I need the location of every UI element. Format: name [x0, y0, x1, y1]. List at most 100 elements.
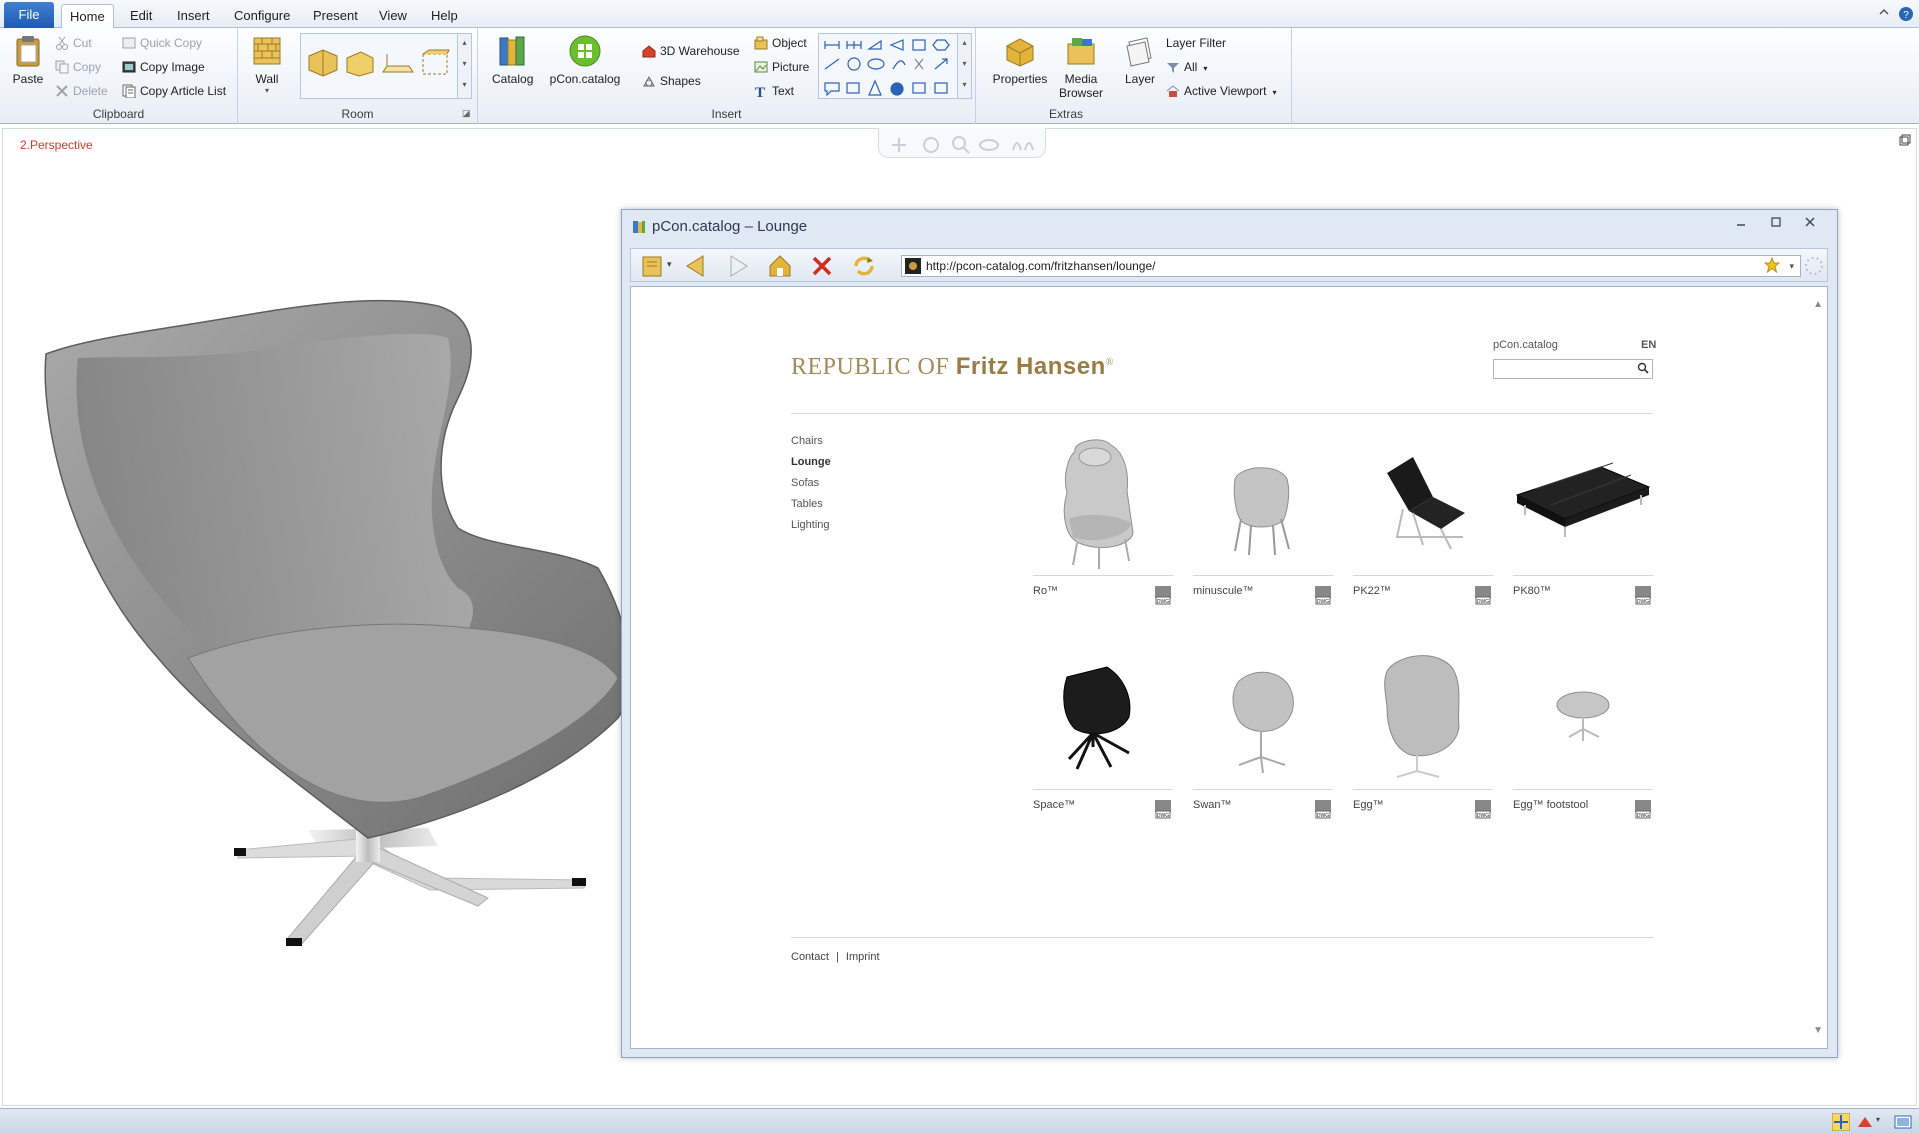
product-egg[interactable]: Egg™ DWG — [1353, 647, 1493, 819]
scroll-down-icon[interactable]: ▼ — [1813, 1025, 1823, 1036]
drawing-tools-icons[interactable] — [821, 35, 957, 99]
layout-icon[interactable] — [1894, 1113, 1912, 1134]
viewport-restore-icon[interactable] — [1899, 134, 1911, 149]
category-chairs[interactable]: Chairs — [791, 435, 823, 447]
room-shape-floor-icon[interactable] — [381, 48, 415, 81]
properties-button[interactable]: Properties — [990, 34, 1050, 86]
language-selector[interactable]: EN — [1641, 339, 1656, 351]
room-shape-box-icon[interactable] — [343, 48, 375, 81]
contact-link[interactable]: Contact — [791, 951, 829, 963]
snap-grid-icon[interactable] — [1831, 1112, 1851, 1134]
gallery-down-icon[interactable]: ▾ — [458, 55, 471, 76]
minuscule-chair-thumbnail[interactable] — [1193, 433, 1333, 573]
gallery-down-icon[interactable]: ▾ — [958, 55, 971, 76]
layer-button[interactable]: Layer — [1120, 34, 1160, 86]
pcon-catalog-window[interactable]: pCon.catalog – Lounge ▾ http://pcon-cata… — [621, 209, 1838, 1058]
home-icon[interactable] — [767, 253, 793, 279]
window-maximize-icon[interactable] — [1770, 216, 1782, 231]
favorite-star-icon[interactable] — [1763, 256, 1781, 279]
product-pk22[interactable]: PK22™ DWG — [1353, 433, 1493, 605]
egg-chair-thumbnail[interactable] — [1353, 647, 1493, 787]
product-name[interactable]: Space™ — [1033, 799, 1075, 811]
category-sofas[interactable]: Sofas — [791, 477, 819, 489]
dwg-download-icon[interactable]: DWG — [1473, 585, 1493, 605]
tab-view[interactable]: View — [371, 4, 415, 28]
tab-edit[interactable]: Edit — [122, 4, 160, 28]
category-lounge[interactable]: Lounge — [791, 456, 831, 468]
product-pk80[interactable]: PK80™ DWG — [1513, 433, 1653, 605]
minimize-ribbon-icon[interactable] — [1878, 6, 1890, 20]
space-chair-thumbnail[interactable] — [1033, 647, 1173, 787]
forward-arrow-icon[interactable] — [725, 253, 751, 279]
category-lighting[interactable]: Lighting — [791, 519, 830, 531]
tab-home[interactable]: Home — [61, 4, 114, 29]
viewport-label[interactable]: 2.Perspective — [20, 138, 93, 152]
picture-button[interactable]: Picture — [754, 58, 809, 76]
window-minimize-icon[interactable] — [1735, 216, 1747, 231]
product-egg-footstool[interactable]: Egg™ footstool DWG — [1513, 647, 1653, 819]
active-viewport-dropdown[interactable]: Active Viewport ▾ — [1166, 82, 1277, 100]
product-space[interactable]: Space™ DWG — [1033, 647, 1173, 819]
product-name[interactable]: Ro™ — [1033, 585, 1058, 597]
layer-all-dropdown[interactable]: All ▾ — [1166, 58, 1207, 76]
product-name[interactable]: PK22™ — [1353, 585, 1391, 597]
wall-button[interactable]: Wall ▾ — [250, 34, 284, 95]
product-swan[interactable]: Swan™ DWG — [1193, 647, 1333, 819]
product-name[interactable]: Egg™ — [1353, 799, 1384, 811]
product-name[interactable]: PK80™ — [1513, 585, 1551, 597]
category-tables[interactable]: Tables — [791, 498, 823, 510]
dwg-download-icon[interactable]: DWG — [1313, 799, 1333, 819]
tab-present[interactable]: Present — [305, 4, 366, 28]
egg-footstool-thumbnail[interactable] — [1513, 647, 1653, 787]
tab-insert[interactable]: Insert — [169, 4, 218, 28]
copy-article-list-button[interactable]: Copy Article List — [122, 82, 226, 100]
chevron-down-icon[interactable]: ▾ — [1876, 1115, 1880, 1124]
room-shape-corner-icon[interactable] — [307, 48, 339, 81]
dwg-download-icon[interactable]: DWG — [1633, 799, 1653, 819]
gallery-more-icon[interactable]: ▾ — [458, 76, 471, 97]
catalog-button[interactable]: Catalog — [492, 34, 533, 86]
refresh-icon[interactable] — [851, 253, 877, 279]
copy-image-button[interactable]: Copy Image — [122, 58, 205, 76]
address-bar[interactable]: http://pcon-catalog.com/fritzhansen/loun… — [901, 255, 1801, 277]
product-name[interactable]: Swan™ — [1193, 799, 1232, 811]
media-browser-button[interactable]: Media Browser — [1056, 34, 1106, 100]
tab-help[interactable]: Help — [423, 4, 466, 28]
room-gallery-scroll[interactable]: ▴ ▾ ▾ — [457, 34, 471, 98]
imprint-link[interactable]: Imprint — [846, 951, 880, 963]
layer-filter-button[interactable]: Layer Filter — [1166, 34, 1226, 52]
drawing-gallery-scroll[interactable]: ▴ ▾ ▾ — [957, 34, 971, 98]
help-icon[interactable]: ? — [1898, 6, 1914, 25]
pk22-chair-thumbnail[interactable] — [1353, 433, 1493, 573]
shapes-button[interactable]: Shapes — [642, 72, 701, 90]
product-name[interactable]: minuscule™ — [1193, 585, 1254, 597]
product-ro[interactable]: Ro™ DWG — [1033, 433, 1173, 605]
render-mode-icon[interactable] — [1856, 1113, 1874, 1134]
cut-button[interactable]: Cut — [55, 34, 92, 52]
scroll-up-icon[interactable]: ▲ — [1813, 299, 1823, 310]
room-gallery[interactable]: ▴ ▾ ▾ — [300, 33, 472, 99]
address-url[interactable]: http://pcon-catalog.com/fritzhansen/loun… — [926, 259, 1155, 273]
gallery-more-icon[interactable]: ▾ — [958, 76, 971, 97]
room-shape-frame-icon[interactable] — [419, 48, 451, 81]
paste-button[interactable]: Paste — [8, 34, 48, 86]
bookmarks-icon[interactable] — [639, 253, 665, 279]
gallery-up-icon[interactable]: ▴ — [458, 34, 471, 55]
wall-dropdown-icon[interactable]: ▾ — [250, 86, 284, 95]
pcon-catalog-button[interactable]: pCon.catalog — [548, 34, 622, 86]
object-button[interactable]: Object — [754, 34, 807, 52]
brand-logo[interactable]: REPUBLIC OF Fritz Hansen® — [791, 353, 1114, 381]
site-search-input[interactable] — [1493, 359, 1653, 379]
delete-button[interactable]: Delete — [55, 82, 108, 100]
3d-warehouse-button[interactable]: 3D Warehouse — [642, 42, 740, 60]
chevron-down-icon[interactable]: ▾ — [1789, 256, 1794, 276]
stop-x-icon[interactable] — [809, 253, 835, 279]
file-tab[interactable]: File — [4, 2, 54, 28]
back-arrow-icon[interactable] — [683, 253, 709, 279]
pk80-daybed-thumbnail[interactable] — [1513, 433, 1653, 573]
dwg-download-icon[interactable]: DWG — [1153, 799, 1173, 819]
text-button[interactable]: T Text — [754, 82, 794, 101]
viewport-navigation-toolbar[interactable] — [878, 128, 1046, 158]
dwg-download-icon[interactable]: DWG — [1633, 585, 1653, 605]
product-minuscule[interactable]: minuscule™ DWG — [1193, 433, 1333, 605]
